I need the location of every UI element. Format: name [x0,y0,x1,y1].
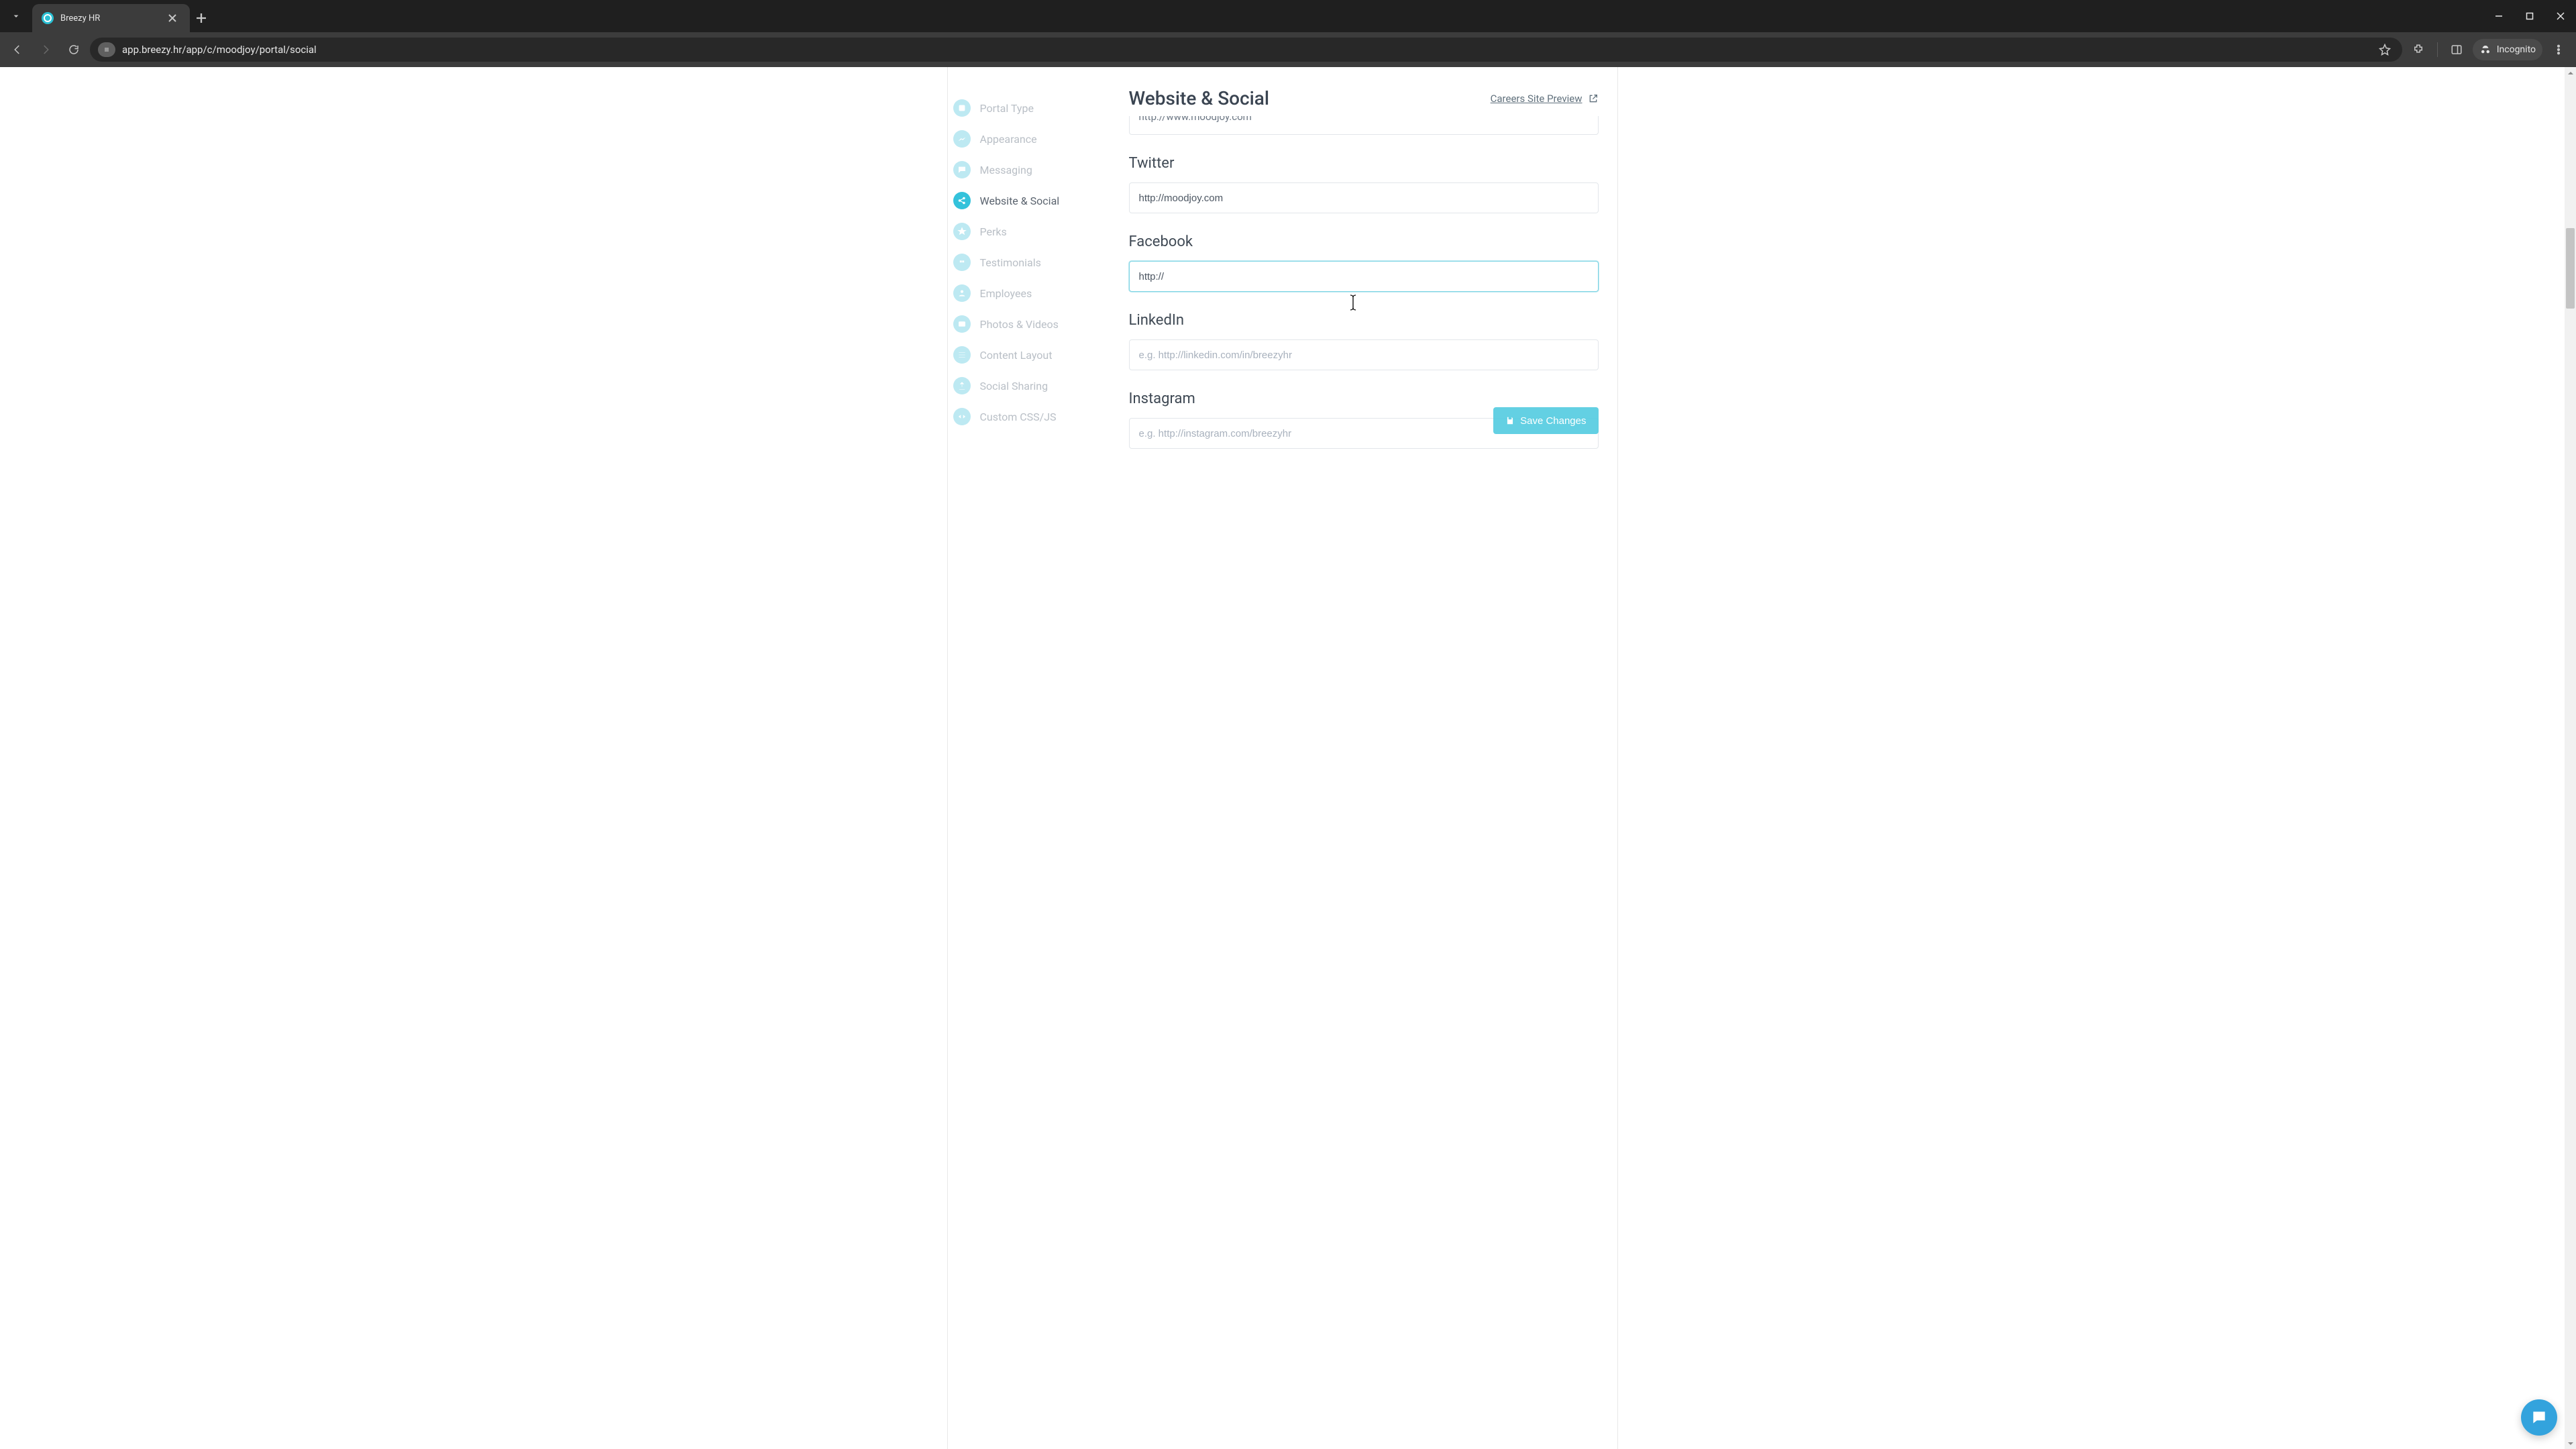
sidebar-item-employees[interactable]: Employees [948,278,1110,309]
sidebar-item-messaging[interactable]: Messaging [948,154,1110,185]
instagram-label: Instagram [1129,390,1599,407]
browser-titlebar: Breezy HR [0,0,2576,32]
appearance-icon [953,130,971,148]
browser-toolbar: app.breezy.hr/app/c/moodjoy/portal/socia… [0,32,2576,67]
social-sharing-icon [953,377,971,394]
website-value: http://www.moodjoy.com [1139,116,1252,123]
bookmark-button[interactable] [2375,40,2394,59]
sidebar-item-label: Photos & Videos [980,318,1059,331]
incognito-indicator[interactable]: Incognito [2473,39,2542,60]
facebook-input[interactable] [1129,261,1599,292]
settings-panel: Portal Type Appearance Messaging Website… [947,67,1618,1449]
nav-forward-button[interactable] [34,38,58,62]
nav-back-button[interactable] [5,38,30,62]
sidebar-item-label: Testimonials [980,256,1041,269]
perks-icon [953,223,971,240]
messaging-icon [953,161,971,178]
site-info-button[interactable] [98,42,115,57]
scrollbar-down-button[interactable] [2565,1438,2576,1449]
layout-icon [953,346,971,364]
browser-menu-button[interactable] [2546,38,2571,62]
new-tab-button[interactable] [190,4,213,32]
sidebar-item-perks[interactable]: Perks [948,216,1110,247]
preview-link-label: Careers Site Preview [1491,93,1582,105]
page-viewport: Portal Type Appearance Messaging Website… [0,67,2576,1449]
twitter-input[interactable] [1129,182,1599,213]
testimonials-icon [953,254,971,271]
sidebar-item-social-sharing[interactable]: Social Sharing [948,370,1110,401]
page-scrollbar[interactable] [2565,67,2576,1449]
tab-search-button[interactable] [0,0,32,32]
twitter-label: Twitter [1129,155,1599,172]
website-input-partial[interactable]: http://www.moodjoy.com [1129,116,1599,135]
sidebar-item-label: Employees [980,287,1032,300]
sidebar-item-website-social[interactable]: Website & Social [948,185,1110,216]
sidebar-item-custom-css-js[interactable]: Custom CSS/JS [948,401,1110,432]
employees-icon [953,284,971,302]
page-title: Website & Social [1129,87,1270,109]
window-close-button[interactable] [2545,0,2576,32]
window-maximize-button[interactable] [2514,0,2545,32]
main-content: Website & Social Careers Site Preview ht… [1110,67,1617,449]
incognito-label: Incognito [2497,44,2536,55]
save-icon [1505,416,1515,425]
careers-preview-link[interactable]: Careers Site Preview [1491,93,1599,105]
linkedin-label: LinkedIn [1129,312,1599,329]
share-icon [953,192,971,209]
sidebar-item-photos-videos[interactable]: Photos & Videos [948,309,1110,339]
intercom-chat-button[interactable] [2521,1399,2557,1436]
settings-sidebar: Portal Type Appearance Messaging Website… [948,67,1110,1449]
sidebar-item-portal-type[interactable]: Portal Type [948,93,1110,123]
sidebar-item-label: Perks [980,225,1007,238]
save-label: Save Changes [1520,415,1586,427]
nav-reload-button[interactable] [62,38,86,62]
photos-icon [953,315,971,333]
toolbar-divider [2437,42,2438,57]
save-changes-button[interactable]: Save Changes [1493,407,1598,434]
sidebar-item-appearance[interactable]: Appearance [948,123,1110,154]
sidebar-item-label: Appearance [980,133,1037,146]
scrollbar-thumb[interactable] [2566,228,2575,309]
facebook-label: Facebook [1129,233,1599,250]
sidebar-item-label: Social Sharing [980,380,1049,392]
sidebar-item-label: Website & Social [980,195,1060,207]
sidebar-item-label: Content Layout [980,349,1053,362]
sidebar-item-content-layout[interactable]: Content Layout [948,339,1110,370]
external-link-icon [1588,93,1599,104]
code-icon [953,408,971,425]
window-minimize-button[interactable] [2483,0,2514,32]
browser-tab[interactable]: Breezy HR [32,4,190,32]
address-bar[interactable]: app.breezy.hr/app/c/moodjoy/portal/socia… [90,38,2402,62]
side-panel-button[interactable] [2445,38,2469,62]
tab-title: Breezy HR [60,13,160,23]
sidebar-item-label: Portal Type [980,102,1034,115]
tab-close-button[interactable] [167,13,178,23]
sidebar-item-label: Custom CSS/JS [980,411,1057,423]
portal-type-icon [953,99,971,117]
scrollbar-up-button[interactable] [2565,67,2576,78]
extensions-button[interactable] [2406,38,2430,62]
address-url: app.breezy.hr/app/c/moodjoy/portal/socia… [122,44,2369,56]
sidebar-item-label: Messaging [980,164,1032,176]
linkedin-input[interactable] [1129,339,1599,370]
tab-favicon [42,12,54,24]
sidebar-item-testimonials[interactable]: Testimonials [948,247,1110,278]
